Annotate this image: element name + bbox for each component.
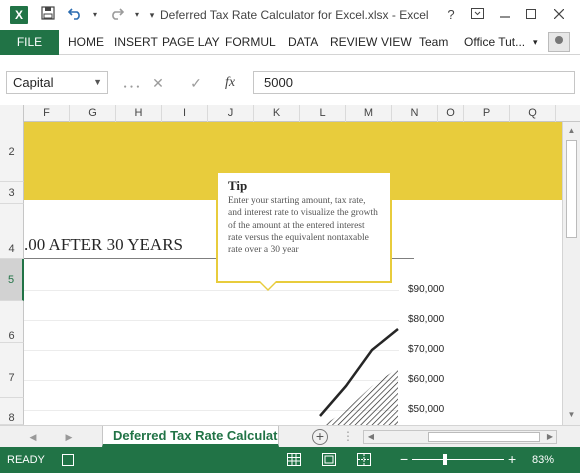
macro-recording-icon[interactable] xyxy=(62,454,74,466)
zoom-level[interactable]: 83% xyxy=(532,454,554,466)
excel-logo-icon: X xyxy=(10,6,28,24)
column-header[interactable]: L xyxy=(300,105,346,122)
tip-title: Tip xyxy=(228,178,248,193)
scroll-down-icon[interactable]: ▼ xyxy=(565,407,578,423)
row-header[interactable]: 8 xyxy=(0,398,24,425)
column-header[interactable]: M xyxy=(346,105,392,122)
row-header-selected[interactable]: 5 xyxy=(0,259,24,301)
redo-icon[interactable] xyxy=(106,5,128,25)
formula-bar-splitter-icon[interactable]: ● ● ● xyxy=(120,77,144,97)
column-header[interactable]: G xyxy=(70,105,116,122)
column-header[interactable]: I xyxy=(162,105,208,122)
tab-page-layout[interactable]: PAGE LAY xyxy=(162,30,220,55)
row-header[interactable]: 3 xyxy=(0,182,24,204)
maximize-icon[interactable] xyxy=(520,5,542,25)
scroll-right-icon[interactable]: ▶ xyxy=(544,431,556,443)
undo-dropdown-icon[interactable]: ▾ xyxy=(84,5,106,25)
name-box-value: Capital xyxy=(13,75,54,90)
column-header[interactable]: H xyxy=(116,105,162,122)
horizontal-scrollbar[interactable]: ◀ ▶ xyxy=(363,430,557,444)
column-header[interactable]: O xyxy=(438,105,464,122)
chart-area-series xyxy=(320,368,398,425)
vertical-scroll-thumb[interactable] xyxy=(566,140,577,238)
select-all-corner[interactable] xyxy=(0,105,24,122)
tip-callout: Tip Enter your starting amount, tax rate… xyxy=(216,171,392,291)
tab-insert[interactable]: INSERT xyxy=(114,30,158,55)
worksheet[interactable]: .00 AFTER 30 YEARS $90,000 $80,000 $70,0… xyxy=(24,122,562,425)
column-header[interactable]: J xyxy=(208,105,254,122)
tab-file[interactable]: FILE xyxy=(0,30,59,55)
column-header[interactable]: P xyxy=(464,105,510,122)
zoom-slider-thumb[interactable] xyxy=(443,454,447,465)
prev-sheet-icon[interactable]: ◀ xyxy=(26,429,40,445)
column-header[interactable]: F xyxy=(24,105,70,122)
normal-view-icon[interactable] xyxy=(287,453,301,466)
user-menu-arrow-icon[interactable]: ▾ xyxy=(533,30,538,55)
window-title: Deferred Tax Rate Calculator for Excel.x… xyxy=(160,8,429,22)
ribbon-display-icon[interactable] xyxy=(466,5,488,25)
zoom-slider-track[interactable] xyxy=(412,459,504,460)
sheet-tab-active[interactable]: Deferred Tax Rate Calculator xyxy=(102,426,279,447)
zoom-out-button[interactable]: − xyxy=(400,451,408,467)
next-sheet-icon[interactable]: ▶ xyxy=(62,429,76,445)
tab-formulas[interactable]: FORMUL xyxy=(225,30,276,55)
scroll-up-icon[interactable]: ▲ xyxy=(565,123,578,139)
add-sheet-button[interactable]: + xyxy=(312,429,328,445)
column-header[interactable]: Q xyxy=(510,105,556,122)
formula-input[interactable]: 5000 xyxy=(253,71,575,94)
row-header[interactable]: 4 xyxy=(0,204,24,259)
close-icon[interactable] xyxy=(548,5,570,25)
tab-view[interactable]: VIEW xyxy=(381,30,412,55)
tab-team[interactable]: Team xyxy=(419,30,448,55)
tip-pointer-inner xyxy=(260,281,276,289)
undo-icon[interactable] xyxy=(64,5,86,25)
sheet-tabs-bar: ◀ ▶ Deferred Tax Rate Calculator + ⋮ ◀ ▶ xyxy=(0,425,580,447)
row-header[interactable]: 6 xyxy=(0,301,24,343)
status-bar: READY − + 83% xyxy=(0,447,580,473)
minimize-icon[interactable] xyxy=(494,5,516,25)
tab-split-handle-icon[interactable]: ⋮ xyxy=(342,429,354,443)
status-ready: READY xyxy=(7,454,45,466)
vertical-scrollbar[interactable]: ▲ ▼ xyxy=(562,122,580,425)
tab-office-tutorials[interactable]: Office Tut... xyxy=(464,30,525,55)
tab-home[interactable]: HOME xyxy=(68,30,104,55)
scroll-left-icon[interactable]: ◀ xyxy=(365,431,377,443)
tip-body: Enter your starting amount, tax rate, an… xyxy=(228,196,378,256)
column-headers: F G H I J K L M N O P Q xyxy=(0,105,580,122)
save-icon[interactable] xyxy=(37,5,59,25)
column-header[interactable]: K xyxy=(254,105,300,122)
zoom-in-button[interactable]: + xyxy=(508,451,516,467)
row-header[interactable]: 2 xyxy=(0,122,24,182)
cancel-icon[interactable]: ✕ xyxy=(146,73,170,93)
horizontal-scroll-thumb[interactable] xyxy=(428,432,540,442)
row-header[interactable]: 7 xyxy=(0,343,24,398)
insert-function-button[interactable]: fx xyxy=(218,73,242,93)
enter-icon[interactable]: ✓ xyxy=(184,73,208,93)
page-break-view-icon[interactable] xyxy=(357,453,371,466)
formula-bar: Capital ▼ ● ● ● ✕ ✓ fx 5000 xyxy=(0,55,580,105)
tab-data[interactable]: DATA xyxy=(288,30,318,55)
title-bar: X ▾ ▾ ▾ Deferred Tax Rate Calculator for… xyxy=(0,0,580,30)
page-layout-view-icon[interactable] xyxy=(322,453,336,466)
help-button[interactable]: ? xyxy=(440,5,462,25)
ribbon-tabs: FILE HOME INSERT PAGE LAY FORMUL DATA RE… xyxy=(0,30,580,55)
chevron-down-icon[interactable]: ▼ xyxy=(93,72,102,93)
tab-review[interactable]: REVIEW xyxy=(330,30,377,55)
name-box[interactable]: Capital ▼ xyxy=(6,71,108,94)
user-avatar[interactable] xyxy=(548,32,570,52)
column-header[interactable]: N xyxy=(392,105,438,122)
